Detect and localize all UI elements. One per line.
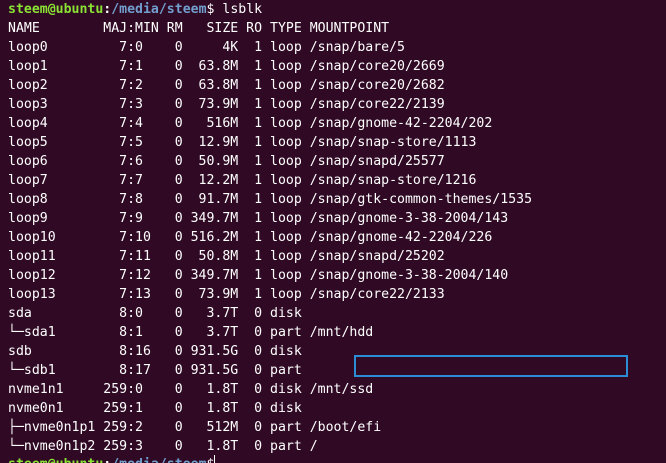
output-row: loop12 7:12 0 349.7M 1 loop /snap/gnome-… — [8, 268, 509, 283]
output-row: loop8 7:8 0 91.7M 1 loop /snap/gtk-commo… — [8, 192, 533, 207]
output-row: nvme1n1 259:0 0 1.8T 0 disk /mnt/ssd — [8, 382, 374, 397]
output-row: loop0 7:0 0 4K 1 loop /snap/bare/5 — [8, 40, 405, 55]
command-prompt-line: steem@ubuntu:/media/steem$ lsblk — [8, 0, 666, 19]
output-row: loop2 7:2 0 63.8M 1 loop /snap/core20/26… — [8, 78, 445, 93]
output-row: ├─nvme0n1p1 259:2 0 512M 0 part /boot/ef… — [8, 420, 382, 435]
output-row: loop3 7:3 0 73.9M 1 loop /snap/core22/21… — [8, 97, 445, 112]
prompt-user-host: steem@ubuntu — [8, 457, 103, 463]
prompt-user-host: steem@ubuntu — [8, 2, 104, 17]
output-row: └─sda1 8:1 0 3.7T 0 part /mnt/hdd — [8, 325, 374, 340]
output-row: loop4 7:4 0 516M 1 loop /snap/gnome-42-2… — [8, 116, 493, 131]
output-row: └─nvme0n1p2 259:3 0 1.8T 0 part / — [8, 439, 318, 454]
terminal-window[interactable]: steem@ubuntu:/media/steem$ lsblk NAME MA… — [0, 0, 666, 463]
output-row: loop11 7:11 0 50.8M 1 loop /snap/snapd/2… — [8, 249, 445, 264]
output-row: loop7 7:7 0 12.2M 1 loop /snap/snap-stor… — [8, 173, 477, 188]
next-prompt-line: steem@ubuntu:/media/steem$ — [8, 455, 216, 463]
output-row: loop13 7:13 0 73.9M 1 loop /snap/core22/… — [8, 287, 445, 302]
prompt-path: /media/steem — [111, 457, 206, 463]
prompt-symbol: $ — [207, 457, 215, 463]
output-header: NAME MAJ:MIN RM SIZE RO TYPE MOUNTPOINT — [8, 21, 390, 36]
output-row: loop5 7:5 0 12.9M 1 loop /snap/snap-stor… — [8, 135, 477, 150]
output-row: nvme0n1 259:1 0 1.8T 0 disk — [8, 401, 302, 416]
mountpoint-highlight-box — [354, 355, 628, 377]
output-row: loop10 7:10 0 516.2M 1 loop /snap/gnome-… — [8, 230, 493, 245]
output-row: loop6 7:6 0 50.9M 1 loop /snap/snapd/255… — [8, 154, 445, 169]
command-text: lsblk — [214, 2, 263, 17]
output-row: sda 8:0 0 3.7T 0 disk — [8, 306, 302, 321]
output-row: loop9 7:9 0 349.7M 1 loop /snap/gnome-3-… — [8, 211, 509, 226]
text-cursor — [214, 455, 216, 463]
output-row: loop1 7:1 0 63.8M 1 loop /snap/core20/26… — [8, 59, 445, 74]
prompt-path: /media/steem — [111, 2, 207, 17]
